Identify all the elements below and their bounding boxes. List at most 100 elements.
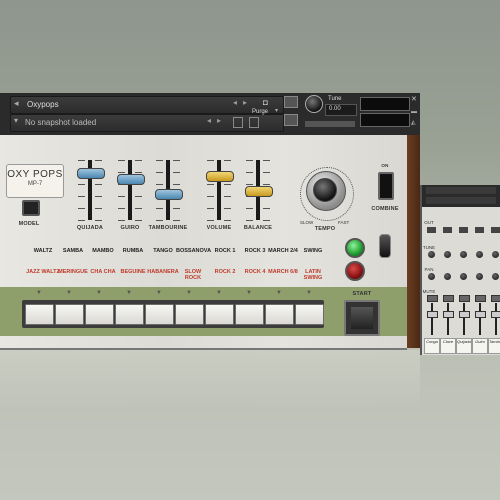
- combine-label: COMBINE: [371, 206, 399, 212]
- expand-icon[interactable]: ◭: [411, 119, 416, 126]
- slider-cap-volume[interactable]: [206, 171, 234, 182]
- mixer-tune-knob[interactable]: [492, 251, 499, 258]
- combine-switch[interactable]: [378, 172, 394, 200]
- mixer-mute-button[interactable]: [459, 295, 470, 302]
- mixer-tune-knob[interactable]: [444, 251, 451, 258]
- rhythm-pad[interactable]: [175, 304, 204, 325]
- purge-label[interactable]: Purge: [252, 109, 268, 115]
- model-switch[interactable]: [22, 200, 40, 216]
- rhythm-pad[interactable]: [25, 304, 54, 325]
- mixer-fader-cap[interactable]: [491, 311, 500, 318]
- rhythm-label[interactable]: BOSSANOVA: [176, 248, 211, 254]
- delete-snapshot-icon[interactable]: [249, 117, 259, 128]
- slider-cap-guiro[interactable]: [117, 174, 145, 185]
- mixer-mute-button[interactable]: [443, 295, 454, 302]
- mixer-fader-cap[interactable]: [459, 311, 470, 318]
- mixer-pan-knob[interactable]: [428, 273, 435, 280]
- mixer-pan-knob[interactable]: [492, 273, 499, 280]
- tune-value-field[interactable]: 0.00: [325, 104, 357, 116]
- slider-tick: [263, 160, 270, 161]
- rhythm-label-alt[interactable]: MERINGUE: [56, 269, 90, 275]
- rhythm-pad[interactable]: [235, 304, 264, 325]
- lamp-toggle[interactable]: [379, 234, 391, 258]
- rhythm-pad[interactable]: [115, 304, 144, 325]
- camera-icon[interactable]: ◘: [263, 98, 268, 107]
- slider-tick: [173, 184, 180, 185]
- mixer-mute-button[interactable]: [427, 295, 438, 302]
- mixer-pan-knob[interactable]: [460, 273, 467, 280]
- rhythm-pad[interactable]: [265, 304, 294, 325]
- mixer-pan-knob[interactable]: [444, 273, 451, 280]
- prev-instrument-icon[interactable]: ◂: [233, 98, 237, 107]
- rhythm-label-alt[interactable]: BEGUINE: [116, 269, 150, 275]
- mixer-out-selector[interactable]: [443, 227, 452, 233]
- rhythm-pad[interactable]: [295, 304, 324, 325]
- mixer-out-selector[interactable]: [459, 227, 468, 233]
- mixer-fader-cap[interactable]: [427, 311, 438, 318]
- slider-tick: [156, 184, 163, 185]
- rhythm-label[interactable]: SAMBA: [56, 248, 90, 254]
- rhythm-label[interactable]: MARCH 2/4: [266, 248, 300, 254]
- next-snapshot-icon[interactable]: ▸: [217, 116, 221, 125]
- minimize-icon[interactable]: ▬: [411, 109, 417, 115]
- slider-cap-quijada[interactable]: [77, 168, 105, 179]
- rhythm-label-alt[interactable]: SLOW ROCK: [176, 269, 210, 281]
- solo-button[interactable]: [284, 96, 298, 108]
- slider-cap-balance[interactable]: [245, 186, 273, 197]
- rhythm-label[interactable]: SWING: [296, 248, 330, 254]
- mixer-pan-knob[interactable]: [476, 273, 483, 280]
- snapshot-field[interactable]: ▾ No snapshot loaded ◂ ▸: [10, 114, 284, 132]
- tune-slider[interactable]: [305, 121, 355, 127]
- rhythm-label-alt[interactable]: MARCH 6/8: [266, 269, 300, 275]
- rhythm-pad[interactable]: [205, 304, 234, 325]
- mixer-fader-cap[interactable]: [475, 311, 486, 318]
- rhythm-label-alt[interactable]: CHA CHA: [86, 269, 120, 275]
- mute-button[interactable]: [284, 114, 298, 126]
- slider-tick: [173, 220, 180, 221]
- slider-tick: [95, 184, 102, 185]
- next-instrument-icon[interactable]: ▸: [243, 98, 247, 107]
- rhythm-label-alt[interactable]: LATIN SWING: [296, 269, 330, 281]
- rhythm-pad[interactable]: [145, 304, 174, 325]
- mixer-out-selector[interactable]: [491, 227, 500, 233]
- instrument-header: ◂ Oxypops ◂ ▸ ◘ ▾ No snapshot loaded ◂ ▸…: [0, 93, 420, 136]
- save-snapshot-icon[interactable]: [233, 117, 243, 128]
- collapse-icon[interactable]: ◂: [14, 98, 19, 109]
- slider-track: [217, 160, 221, 220]
- start-button[interactable]: [344, 300, 380, 336]
- close-icon[interactable]: ✕: [411, 95, 417, 103]
- mixer-out-selector[interactable]: [427, 227, 436, 233]
- slider-cap-tambourine[interactable]: [155, 189, 183, 200]
- mixer-channel-name: Tambourine: [488, 338, 500, 354]
- slider-label: BALANCE: [243, 225, 273, 231]
- rhythm-label-alt[interactable]: HABANERA: [146, 269, 180, 275]
- purge-dropdown-icon[interactable]: ▾: [275, 107, 278, 114]
- mixer-fader-cap[interactable]: [443, 311, 454, 318]
- tempo-knob[interactable]: [313, 178, 337, 202]
- tune-knob[interactable]: [305, 95, 323, 113]
- snapshot-dropdown-icon[interactable]: ▾: [14, 116, 18, 125]
- logo-title: OXY POPS: [7, 169, 63, 180]
- slider-tick: [263, 208, 270, 209]
- mixer-mute-button[interactable]: [475, 295, 486, 302]
- rhythm-label[interactable]: WALTZ: [26, 248, 60, 254]
- mixer-out-selector[interactable]: [475, 227, 484, 233]
- slider-tick: [118, 172, 125, 173]
- rhythm-label-alt[interactable]: ROCK 2: [208, 269, 242, 275]
- mixer-mute-button[interactable]: [491, 295, 500, 302]
- pad-marker-icon: ▼: [186, 290, 192, 296]
- mixer-tune-knob[interactable]: [476, 251, 483, 258]
- rhythm-label[interactable]: ROCK 1: [208, 248, 242, 254]
- rhythm-pad[interactable]: [55, 304, 84, 325]
- rhythm-label[interactable]: MAMBO: [86, 248, 120, 254]
- prev-snapshot-icon[interactable]: ◂: [207, 116, 211, 125]
- slider-tick: [263, 220, 270, 221]
- rhythm-pad[interactable]: [85, 304, 114, 325]
- rhythm-label[interactable]: TANGO: [146, 248, 180, 254]
- mixer-fader-track: [463, 303, 465, 335]
- rhythm-label-alt[interactable]: JAZZ WALTZ: [26, 269, 60, 275]
- instrument-name-field[interactable]: ◂ Oxypops ◂ ▸ ◘: [10, 96, 284, 114]
- rhythm-label[interactable]: RUMBA: [116, 248, 150, 254]
- mixer-tune-knob[interactable]: [460, 251, 467, 258]
- mixer-tune-knob[interactable]: [428, 251, 435, 258]
